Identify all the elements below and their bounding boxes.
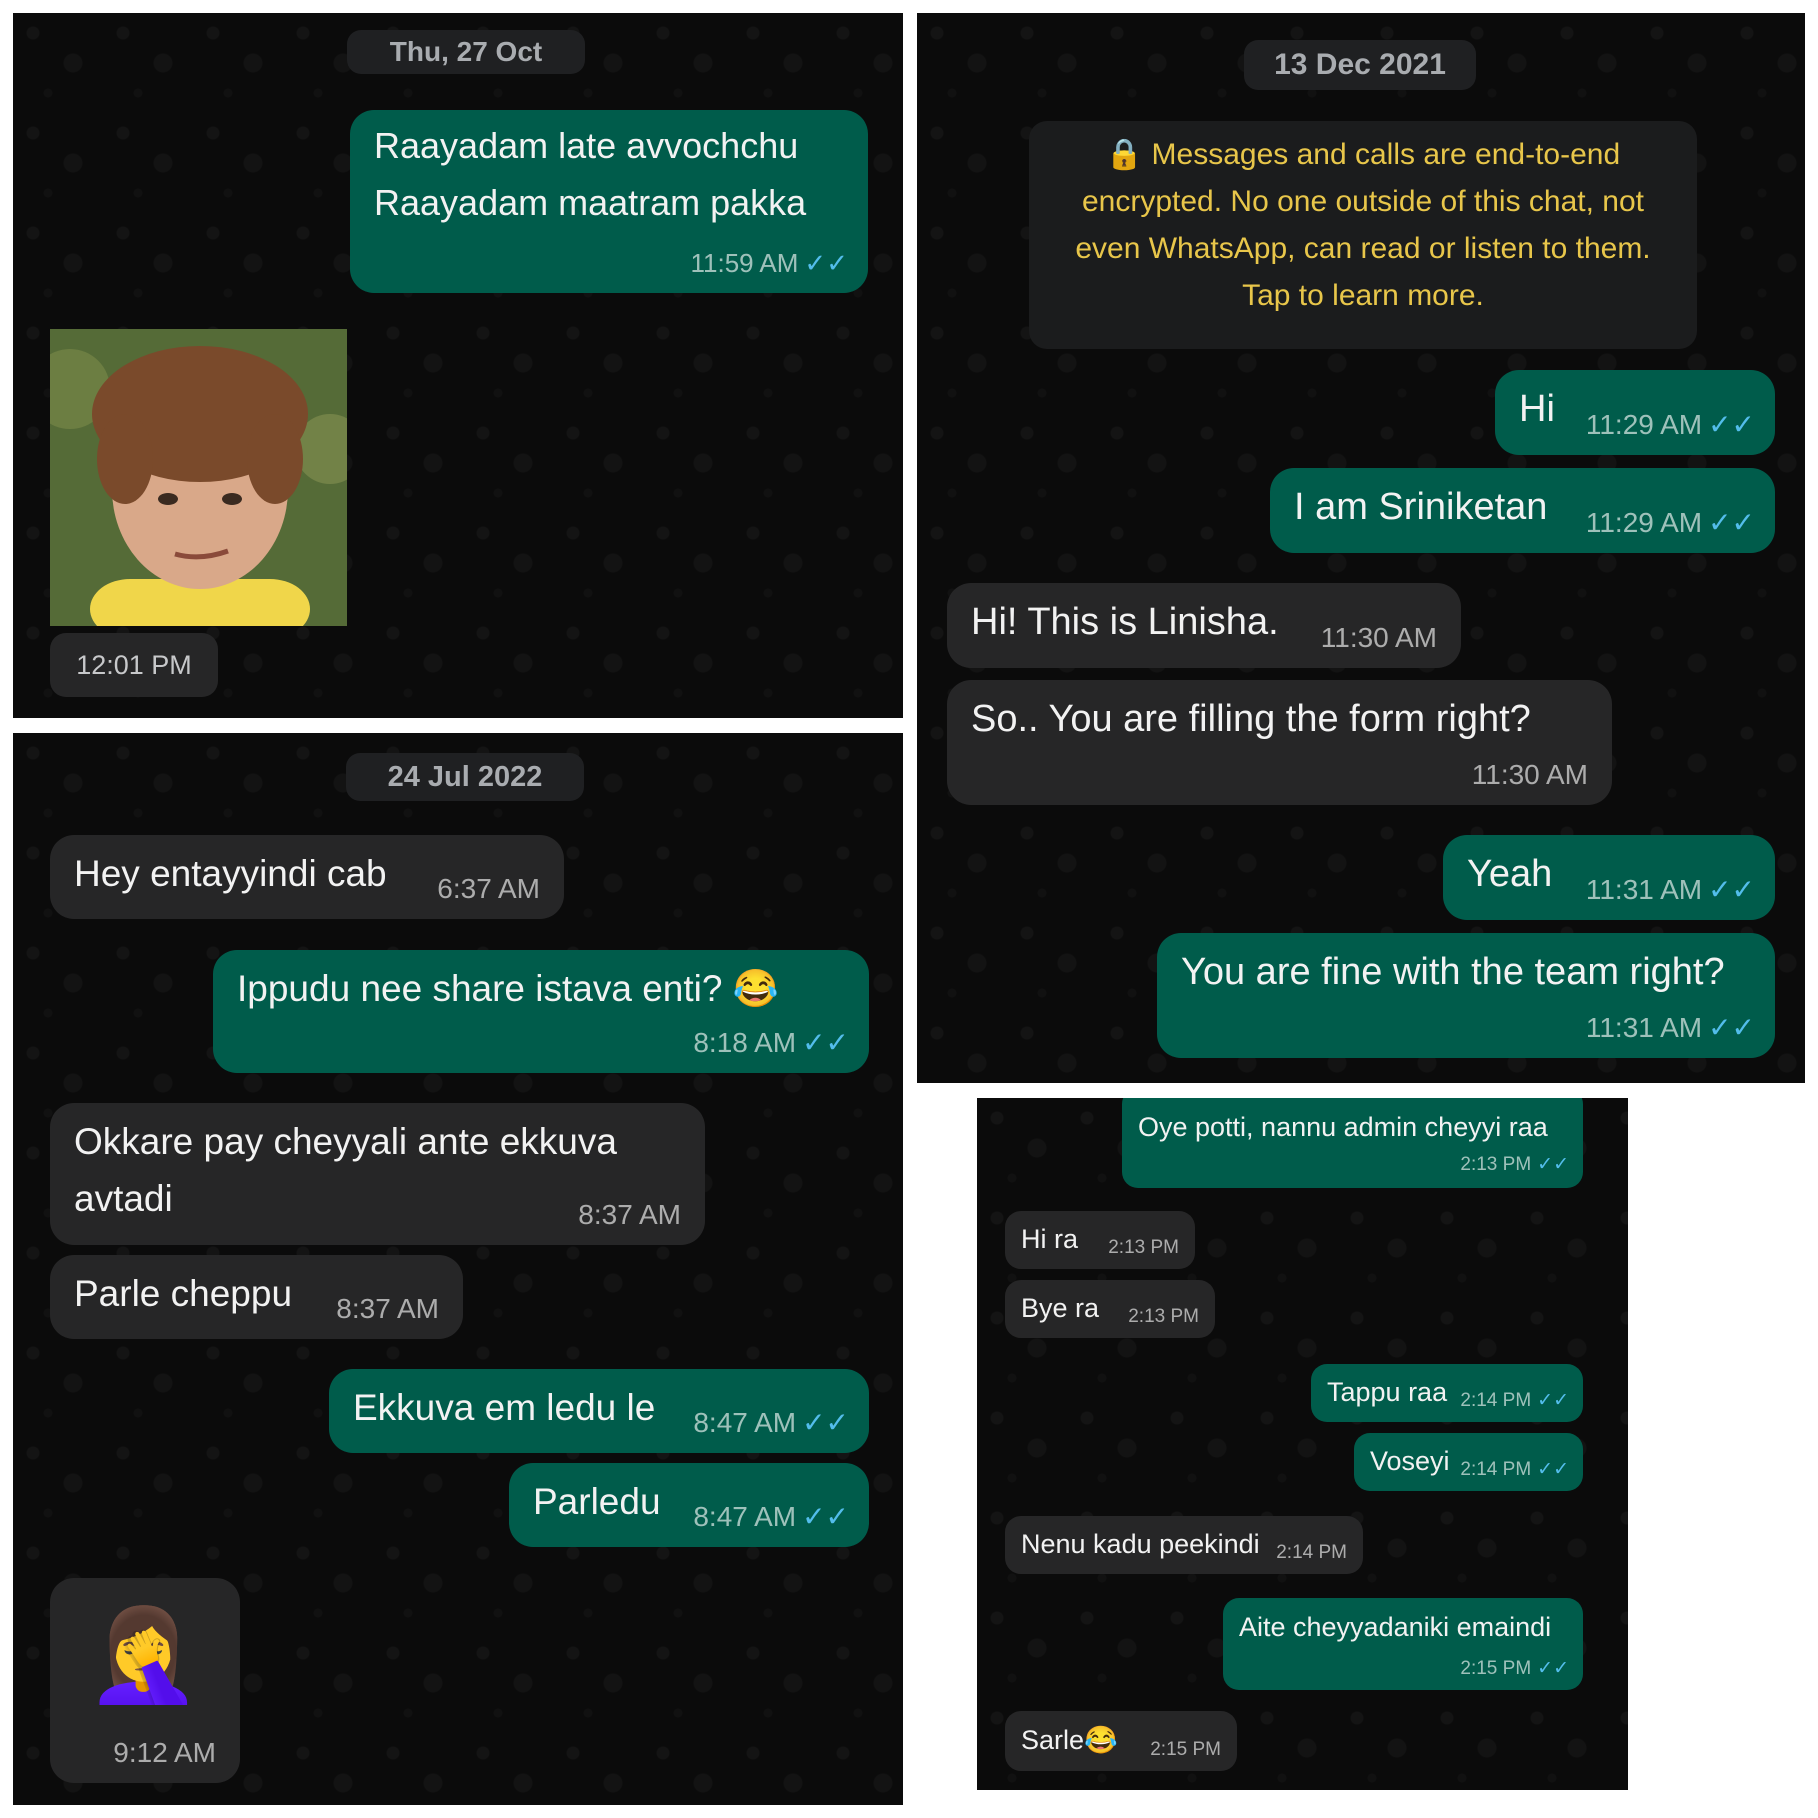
message-text: Sarle😂: [1021, 1725, 1118, 1755]
message-bubble-outgoing[interactable]: Aite cheyyadaniki emaindi 2:15 PM ✓✓: [1223, 1598, 1583, 1690]
encryption-line: even WhatsApp, can read or listen to the…: [1075, 232, 1651, 265]
chat-panel-2: 13 Dec 2021 🔒 Messages and calls are end…: [917, 13, 1805, 1083]
message-time: 8:37 AM: [578, 1199, 681, 1230]
message-text: Oye potti, nannu admin cheyyi raa: [1138, 1112, 1548, 1142]
double-check-icon: ✓✓: [804, 248, 848, 278]
chat-panel-4: Oye potti, nannu admin cheyyi raa 2:13 P…: [977, 1098, 1628, 1790]
message-bubble-outgoing[interactable]: Oye potti, nannu admin cheyyi raa 2:13 P…: [1122, 1098, 1583, 1188]
double-check-icon: ✓✓: [1708, 507, 1755, 538]
encryption-line: Tap to learn more.: [1242, 279, 1484, 312]
message-text: Raayadam late avvochchu: [374, 125, 799, 166]
facepalm-emoji: 🤦‍♀️: [86, 1604, 201, 1706]
message-time: 2:14 PM ✓✓: [1460, 1390, 1569, 1411]
message-bubble-incoming[interactable]: So.. You are filling the form right? 11:…: [947, 680, 1612, 805]
message-bubble-outgoing[interactable]: Ippudu nee share istava enti? 😂 8:18 AM ✓…: [213, 950, 869, 1073]
message-time: 2:14 PM ✓✓: [1460, 1459, 1569, 1480]
message-bubble-outgoing[interactable]: Tappu raa 2:14 PM ✓✓: [1311, 1364, 1583, 1422]
message-bubble-incoming[interactable]: Hi ra 2:13 PM: [1005, 1211, 1195, 1269]
message-text: Nenu kadu peekindi: [1021, 1529, 1260, 1559]
message-time: 11:31 AM ✓✓: [1585, 1012, 1755, 1043]
boy-photo: [50, 329, 347, 626]
message-bubble-outgoing[interactable]: Raayadam late avvochchu Raayadam maatram…: [350, 110, 868, 293]
message-text: Hey entayyindi cab: [74, 853, 387, 894]
message-time: 8:47 AM ✓✓: [693, 1407, 849, 1438]
message-bubble-outgoing[interactable]: Voseyi 2:14 PM ✓✓: [1354, 1433, 1583, 1491]
message-bubble-incoming[interactable]: Sarle😂 2:15 PM: [1005, 1711, 1237, 1771]
message-time: 9:12 AM: [113, 1737, 216, 1768]
double-check-icon: ✓✓: [1708, 874, 1755, 905]
message-time: 11:31 AM ✓✓: [1585, 874, 1755, 905]
date-chip: 13 Dec 2021: [1244, 40, 1476, 90]
message-time: 2:13 PM: [1108, 1237, 1179, 1258]
message-time: 11:30 AM: [1471, 759, 1588, 790]
image-time: 12:01 PM: [50, 633, 218, 697]
message-time: 2:13 PM: [1128, 1306, 1199, 1327]
message-time: 6:37 AM: [437, 873, 540, 904]
message-bubble-incoming[interactable]: Nenu kadu peekindi 2:14 PM: [1005, 1516, 1363, 1574]
message-time: 8:18 AM ✓✓: [693, 1027, 849, 1058]
message-text: Bye ra: [1021, 1293, 1100, 1323]
message-text: Voseyi: [1370, 1446, 1450, 1476]
message-time: 8:37 AM: [336, 1293, 439, 1324]
message-bubble-outgoing[interactable]: Parledu 8:47 AM ✓✓: [509, 1463, 869, 1547]
message-text: So.. You are filling the form right?: [971, 698, 1531, 740]
message-time: 2:14 PM: [1276, 1542, 1347, 1563]
message-text: Raayadam maatram pakka: [374, 182, 807, 223]
lock-icon: 🔒: [1105, 138, 1152, 171]
message-time: 2:15 PM ✓✓: [1460, 1658, 1569, 1679]
message-text: Hi: [1519, 388, 1555, 430]
message-bubble-incoming[interactable]: Parle cheppu 8:37 AM: [50, 1255, 463, 1339]
message-text: Okkare pay cheyyali ante ekkuva: [74, 1121, 617, 1162]
encryption-notice[interactable]: 🔒 Messages and calls are end-to-end encr…: [1029, 121, 1697, 349]
chat-panel-1: Thu, 27 Oct Raayadam late avvochchu Raay…: [13, 13, 903, 718]
message-time: 11:29 AM ✓✓: [1585, 409, 1755, 440]
message-text: Hi ra: [1021, 1224, 1079, 1254]
message-bubble-outgoing[interactable]: Ekkuva em ledu le 8:47 AM ✓✓: [329, 1369, 869, 1453]
message-text: avtadi: [74, 1178, 173, 1219]
chat-panel-3: 24 Jul 2022 Hey entayyindi cab 6:37 AM I…: [13, 733, 903, 1805]
message-bubble-outgoing[interactable]: You are fine with the team right? 11:31 …: [1157, 933, 1775, 1058]
message-text: Parle cheppu: [74, 1273, 293, 1314]
message-bubble-incoming[interactable]: 🤦‍♀️ 9:12 AM: [50, 1578, 240, 1783]
message-time: 8:47 AM ✓✓: [693, 1501, 849, 1532]
message-bubble-outgoing[interactable]: I am Sriniketan 11:29 AM ✓✓: [1270, 468, 1775, 553]
message-text: Tappu raa: [1327, 1377, 1448, 1407]
double-check-icon: ✓✓: [1537, 1154, 1569, 1175]
message-text: You are fine with the team right?: [1181, 951, 1725, 993]
message-bubble-incoming[interactable]: Hey entayyindi cab 6:37 AM: [50, 835, 564, 919]
double-check-icon: ✓✓: [1708, 409, 1755, 440]
encryption-line: encrypted. No one outside of this chat, …: [1081, 185, 1645, 218]
message-text: I am Sriniketan: [1294, 486, 1548, 528]
message-bubble-outgoing[interactable]: Hi 11:29 AM ✓✓: [1495, 370, 1775, 455]
message-time: 11:29 AM ✓✓: [1585, 507, 1755, 538]
message-time: 2:13 PM ✓✓: [1460, 1154, 1569, 1175]
message-bubble-outgoing[interactable]: Yeah 11:31 AM ✓✓: [1443, 835, 1775, 920]
message-bubble-incoming[interactable]: Bye ra 2:13 PM: [1005, 1280, 1215, 1338]
message-bubble-incoming[interactable]: Okkare pay cheyyali ante ekkuva avtadi 8…: [50, 1103, 705, 1245]
message-text: Parledu: [533, 1481, 661, 1522]
date-chip: 24 Jul 2022: [346, 753, 584, 801]
message-time: 11:30 AM: [1320, 622, 1437, 653]
encryption-line: 🔒 Messages and calls are end-to-end: [1105, 138, 1621, 171]
message-bubble-incoming[interactable]: Hi! This is Linisha. 11:30 AM: [947, 583, 1461, 668]
message-time: 11:59 AM ✓✓: [690, 248, 848, 278]
date-chip: Thu, 27 Oct: [347, 30, 585, 74]
double-check-icon: ✓✓: [1537, 1390, 1569, 1411]
double-check-icon: ✓✓: [1708, 1012, 1755, 1043]
message-text: Yeah: [1467, 853, 1553, 895]
image-message[interactable]: [50, 329, 347, 626]
message-text: Aite cheyyadaniki emaindi: [1239, 1612, 1552, 1642]
message-text: Ippudu nee share istava enti? 😂: [237, 968, 779, 1009]
message-time: 2:15 PM: [1150, 1739, 1221, 1760]
message-text: Ekkuva em ledu le: [353, 1387, 656, 1428]
double-check-icon: ✓✓: [802, 1027, 849, 1058]
double-check-icon: ✓✓: [802, 1501, 849, 1532]
double-check-icon: ✓✓: [802, 1407, 849, 1438]
double-check-icon: ✓✓: [1537, 1459, 1569, 1480]
double-check-icon: ✓✓: [1537, 1658, 1569, 1679]
message-text: Hi! This is Linisha.: [971, 601, 1279, 643]
